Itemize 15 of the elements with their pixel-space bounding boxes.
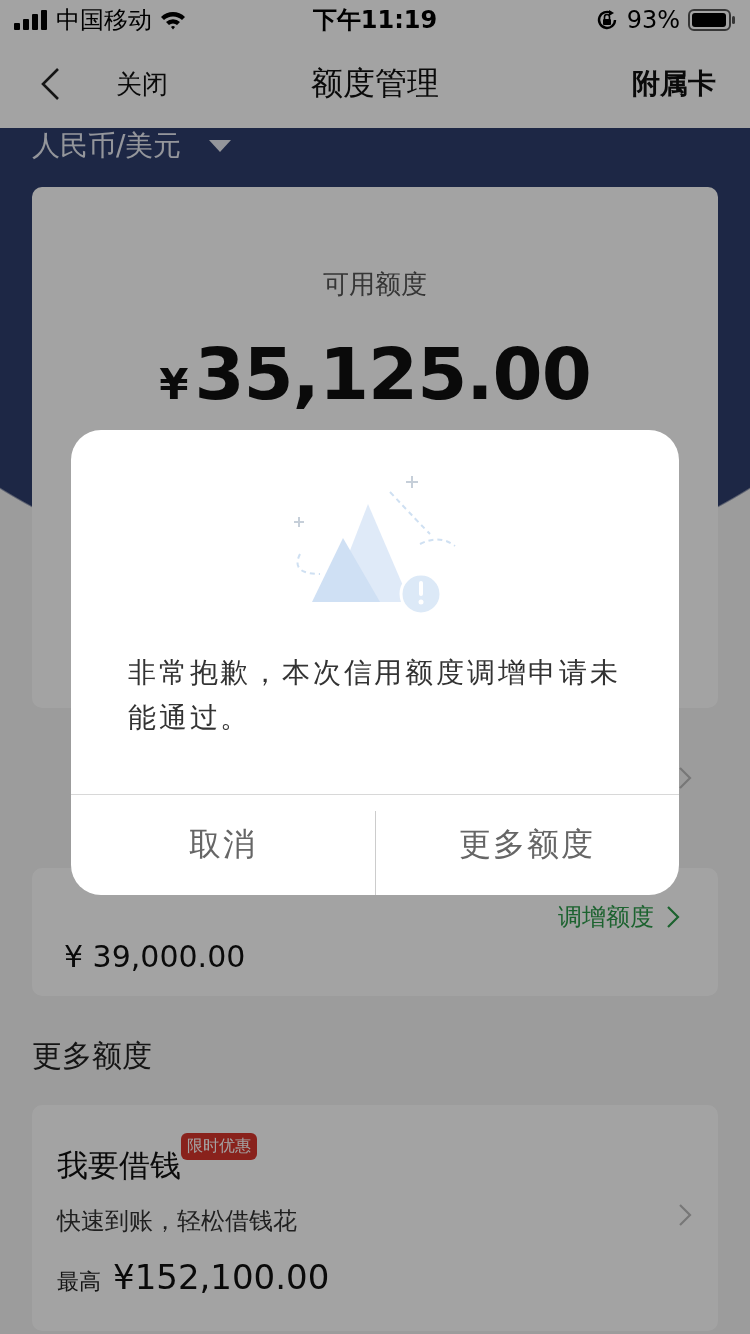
limit-label: 可用额度 <box>323 268 427 301</box>
page-title: 额度管理 <box>311 64 439 102</box>
amount-prefix: 最高 <box>57 1268 101 1296</box>
card-subtitle: 快速到账，轻松借钱花 <box>57 1206 298 1237</box>
section-title: 更多额度 <box>32 1037 153 1075</box>
available-amount: 35,125.00 <box>194 332 591 416</box>
dialog-message: 非常抱歉，本次信用额度调增申请未能通过。 <box>128 655 622 736</box>
card-title: 我要借钱 <box>57 1146 181 1185</box>
currency-symbol: ¥ <box>159 360 189 409</box>
promo-badge: 限时优惠 <box>181 1133 257 1160</box>
carrier-name: 中国移动 <box>56 5 152 36</box>
battery-percent: 93% <box>626 6 680 34</box>
max-amount: ¥152,100.00 <box>113 1257 330 1297</box>
credit-amount: ¥ 39,000.00 <box>64 939 246 974</box>
clock-time: 下午11:19 <box>312 6 438 34</box>
